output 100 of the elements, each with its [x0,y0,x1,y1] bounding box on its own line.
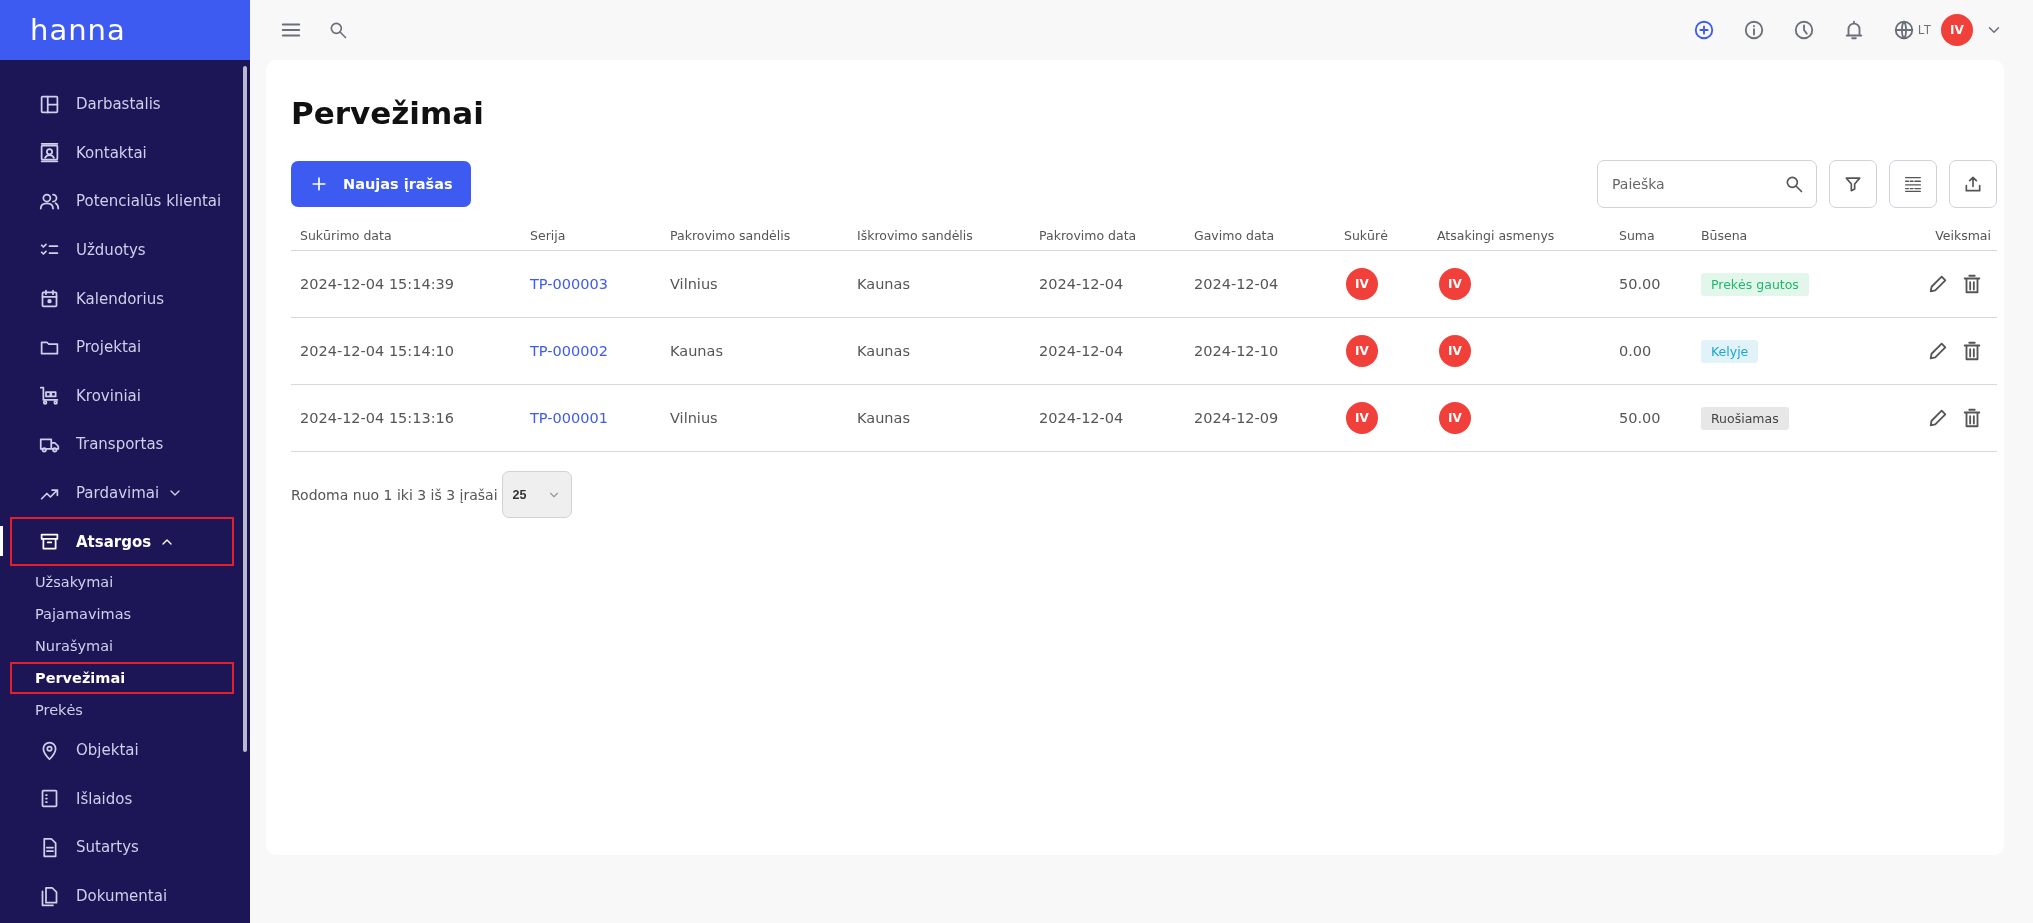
upload-icon [1963,174,1983,194]
delete-button[interactable] [1961,340,1983,362]
pagination-summary: Rodoma nuo 1 iki 3 iš 3 įrašai [291,486,498,503]
user-avatar[interactable]: IV [1941,14,1973,46]
edit-button[interactable] [1927,340,1949,362]
filter-button[interactable] [1829,160,1877,208]
info-icon [1742,19,1765,41]
table-cell-text: 50.00 [1618,276,1662,292]
column-header: Serija [529,227,567,243]
language-button[interactable]: LT [1892,19,1931,41]
column-header: Gavimo data [1193,227,1276,243]
new-record-button[interactable]: Naujas įrašas [291,161,471,207]
sidebar-item[interactable]: Kalendorius [10,274,234,323]
column-header: Pakrovimo data [1038,227,1138,243]
status-tag: Ruošiamas [1701,406,1789,430]
table-cell-text: Vilnius [669,276,719,292]
pencil-icon [1927,273,1949,295]
table-cell-text: 2024-12-04 [1038,410,1125,426]
table-cell-text: 2024-12-04 [1038,276,1125,292]
sidebar-item[interactable]: Darbastalis [10,80,234,129]
search-button[interactable] [328,20,348,40]
filter-icon [1843,174,1863,194]
table-cell-text: 0.00 [1618,343,1653,359]
users-icon [39,191,60,212]
status-tag: Prekės gautos [1701,272,1809,296]
page-title: Pervežimai [291,94,485,133]
sidebar-item[interactable]: Sutartys [10,823,234,872]
info-button[interactable] [1742,19,1765,41]
page-size-select[interactable]: 25 [501,471,572,518]
sidebar-item[interactable]: Potencialūs klientai [10,177,234,226]
sidebar-item[interactable]: Projektai [10,322,234,372]
column-header: Sukūrimo data [299,227,393,243]
active-indicator [0,526,3,557]
delete-button[interactable] [1961,273,1983,295]
submenu-item[interactable]: Nurašymai [10,629,234,662]
user-avatar: IV [1439,335,1471,367]
table-cell-text: Kaunas [856,276,911,292]
documents-icon [39,885,60,907]
plus-circle-icon [1692,19,1715,41]
series-link[interactable]: TP-000002 [530,343,608,359]
globe-icon [1892,19,1915,41]
column-header: Veiksmai [1934,227,1992,243]
table-cell-text: 2024-12-04 [1193,276,1280,292]
trash-icon [1961,407,1983,429]
table-cell-text: Vilnius [669,410,719,426]
columns-button[interactable] [1889,160,1937,208]
delete-button[interactable] [1961,407,1983,429]
user-avatar: IV [1439,268,1471,300]
search-icon [328,20,348,40]
sidebar-item[interactable]: Transportas [10,420,234,469]
column-header: Sukūrė [1343,227,1389,243]
table-cell-text: 2024-12-09 [1193,410,1280,426]
sidebar-item[interactable]: Kontaktai [10,128,234,178]
user-avatar: IV [1346,402,1378,434]
edit-button[interactable] [1927,407,1949,429]
cart-icon [39,385,60,407]
scrollbar[interactable] [243,66,247,752]
series-link[interactable]: TP-000001 [530,410,608,426]
add-button[interactable] [1692,19,1715,41]
table-cell-text: Kaunas [856,410,911,426]
sidebar-item[interactable]: Išlaidos [10,774,234,824]
sidebar-item[interactable]: Atsargos [10,517,234,566]
column-header: Iškrovimo sandėlis [856,227,974,243]
sidebar-item[interactable]: Objektai [10,725,234,775]
sidebar-item[interactable]: Kroviniai [10,371,234,421]
search-field[interactable]: Paieška [1597,160,1817,208]
history-button[interactable] [1792,19,1815,41]
submenu-item[interactable]: Pajamavimas [10,597,234,630]
search-icon [1784,174,1804,194]
table-cell-text: Kaunas [669,343,724,359]
user-avatar: IV [1346,268,1378,300]
sidebar-item[interactable]: Dokumentai [10,871,234,921]
user-avatar: IV [1439,402,1471,434]
submenu-item[interactable]: Pervežimai [10,661,234,694]
table-cell-text: 2024-12-04 15:14:10 [299,343,455,359]
calendar-icon [39,288,60,310]
table-cell-text: 2024-12-04 15:13:16 [299,410,455,426]
export-button[interactable] [1949,160,1997,208]
sidebar-item[interactable]: Užduotys [10,225,234,275]
pencil-icon [1927,340,1949,362]
series-link[interactable]: TP-000003 [530,276,608,292]
edit-button[interactable] [1927,273,1949,295]
trash-icon [1961,273,1983,295]
column-header: Atsakingi asmenys [1436,227,1556,243]
submenu-item[interactable]: Prekės [10,693,234,726]
table-cell-text: 50.00 [1618,410,1662,426]
column-header: Pakrovimo sandėlis [669,227,792,243]
trash-icon [1961,340,1983,362]
clock-icon [1792,19,1815,41]
contact-card-icon [39,142,60,164]
sidebar-item[interactable]: Pardavimai [10,468,234,518]
user-avatar: IV [1346,335,1378,367]
submenu-item[interactable]: Užsakymai [10,565,234,598]
table-cell-text: 2024-12-10 [1193,343,1280,359]
column-header: Suma [1618,227,1656,243]
table-cell-text: 2024-12-04 15:14:39 [299,276,455,292]
layout-icon [39,93,60,115]
column-header: Būsena [1700,227,1749,243]
status-tag: Kelyje [1701,339,1759,363]
receipt-icon [39,788,60,810]
